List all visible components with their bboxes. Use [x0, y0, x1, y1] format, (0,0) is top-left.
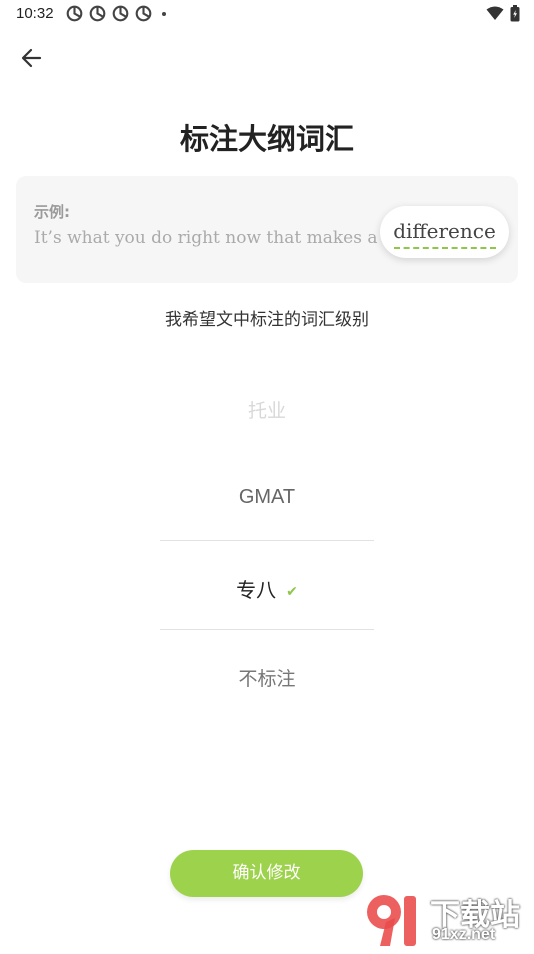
back-arrow-icon[interactable]	[18, 44, 46, 72]
example-label: 示例:	[34, 203, 70, 221]
status-right-icons	[486, 5, 520, 22]
watermark-91-logo-icon	[367, 895, 416, 946]
checkmark-icon: ✔	[286, 583, 298, 600]
notification-icons	[66, 5, 166, 22]
watermark-url: 91xz.net	[432, 926, 496, 943]
status-bar: 10:32	[0, 0, 534, 28]
picker-divider-top	[160, 540, 374, 541]
picker-option-gmat[interactable]: GMAT	[0, 486, 534, 509]
example-sentence: It’s what you do right now that makes a	[34, 228, 378, 248]
wifi-icon	[486, 6, 504, 20]
picker-option-no-annotation[interactable]: 不标注	[0, 664, 534, 691]
watermark-logo: 下载站 91xz.net	[362, 888, 534, 950]
confirm-button[interactable]: 确认修改	[170, 850, 363, 897]
picker-divider-bottom	[160, 629, 374, 630]
example-card: 示例: It’s what you do right now that make…	[16, 176, 518, 283]
highlighted-word: difference	[393, 219, 496, 243]
highlight-underline	[394, 247, 496, 249]
picker-option-toeic[interactable]: 托业	[0, 396, 534, 423]
status-time: 10:32	[16, 5, 54, 22]
page-title: 标注大纲词汇	[179, 122, 354, 156]
more-notifications-dot	[162, 11, 166, 16]
notification-app-icon	[135, 5, 152, 22]
notification-app-icon	[89, 5, 106, 22]
level-prompt: 我希望文中标注的词汇级别	[165, 310, 369, 330]
notification-app-icon	[112, 5, 129, 22]
highlighted-word-pill: difference	[380, 206, 509, 258]
picker-option-tem8-selected[interactable]: 专八 ✔	[0, 574, 534, 603]
battery-icon	[510, 5, 520, 22]
notification-app-icon	[66, 5, 83, 22]
picker-option-label: 专八	[236, 578, 277, 602]
